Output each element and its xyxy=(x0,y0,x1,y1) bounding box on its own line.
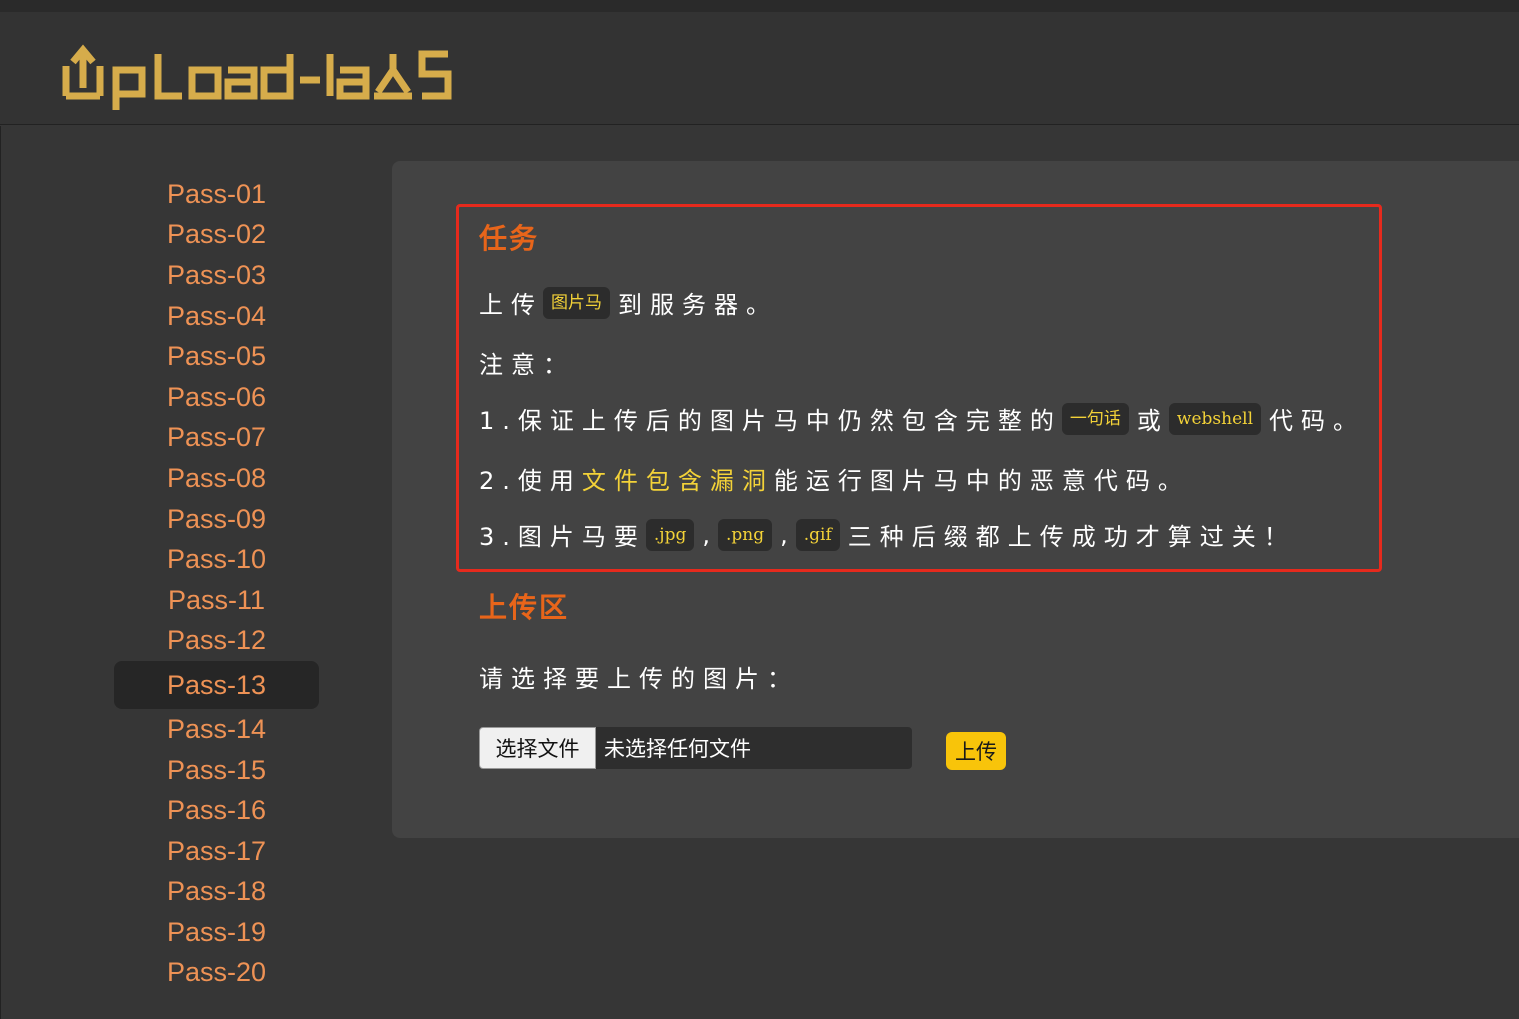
sidebar-item-pass-20[interactable]: Pass-20 xyxy=(114,953,319,994)
task-line-2-suffix: 代码。 xyxy=(1269,407,1366,435)
sidebar-item-pass-08[interactable]: Pass-08 xyxy=(114,458,319,499)
code-tag-webshell: webshell xyxy=(1168,402,1262,435)
sidebar-item-pass-02[interactable]: Pass-02 xyxy=(114,215,319,256)
sidebar-item-pass-06[interactable]: Pass-06 xyxy=(114,377,319,418)
sidebar-item-pass-04[interactable]: Pass-04 xyxy=(114,296,319,337)
task-line-4-prefix: 3.图片马要 xyxy=(479,523,646,551)
task-line-3-suffix: 能运行图片马中的恶意代码。 xyxy=(773,467,1190,495)
sidebar-item-pass-09[interactable]: Pass-09 xyxy=(114,499,319,540)
task-line-2-mid: 或 xyxy=(1136,407,1169,435)
task-line-3: 2.使用 文件包含漏洞 能运行图片马中的恶意代码。 xyxy=(479,461,1190,496)
file-input[interactable]: 选择文件 未选择任何文件 xyxy=(479,727,912,769)
sidebar-item-pass-14[interactable]: Pass-14 xyxy=(114,709,319,750)
code-tag-one-liner: 一句话 xyxy=(1061,402,1129,435)
sidebar-item-pass-10[interactable]: Pass-10 xyxy=(114,539,319,580)
sidebar-item-pass-11[interactable]: Pass-11 xyxy=(114,580,319,621)
sidebar-item-pass-07[interactable]: Pass-07 xyxy=(114,418,319,459)
sidebar: Pass-01 Pass-02 Pass-03 Pass-04 Pass-05 … xyxy=(0,126,392,1019)
task-line-1-suffix: 到服务器。 xyxy=(618,291,778,319)
task-title: 任务 xyxy=(479,222,540,255)
task-line-4-sep-2: , xyxy=(780,520,796,549)
upload-labs-logo xyxy=(62,44,452,110)
no-file-selected-text: 未选择任何文件 xyxy=(604,737,751,761)
main-panel: 任务 上传 图片马 到服务器。 注意： 1.保证上传后的图片马中仍然包含完整的 … xyxy=(392,161,1519,838)
highlight-file-inclusion: 文件包含漏洞 xyxy=(581,467,774,495)
task-line-4-sep-1: , xyxy=(702,520,718,549)
sidebar-item-pass-18[interactable]: Pass-18 xyxy=(114,872,319,913)
sidebar-item-pass-13[interactable]: Pass-13 xyxy=(114,661,319,710)
task-line-1: 上传 图片马 到服务器。 xyxy=(479,285,778,320)
task-line-4-suffix: 三种后缀都上传成功才算过关！ xyxy=(847,523,1296,551)
sidebar-item-pass-16[interactable]: Pass-16 xyxy=(114,790,319,831)
task-line-2-prefix: 1.保证上传后的图片马中仍然包含完整的 xyxy=(479,407,1062,435)
top-header xyxy=(0,0,1519,125)
sidebar-item-pass-12[interactable]: Pass-12 xyxy=(114,621,319,662)
upload-prompt: 请选择要上传的图片： xyxy=(479,665,799,693)
sidebar-item-pass-19[interactable]: Pass-19 xyxy=(114,912,319,953)
sidebar-item-pass-03[interactable]: Pass-03 xyxy=(114,255,319,296)
upload-title: 上传区 xyxy=(479,591,570,624)
code-tag-gif: .gif xyxy=(795,518,840,551)
sidebar-item-pass-01[interactable]: Pass-01 xyxy=(114,174,319,215)
task-line-2: 1.保证上传后的图片马中仍然包含完整的 一句话 或 webshell 代码。 xyxy=(479,401,1365,436)
task-line-3-prefix: 2.使用 xyxy=(479,467,582,495)
code-tag-image-trojan: 图片马 xyxy=(543,286,610,319)
code-tag-jpg: .jpg xyxy=(645,518,695,551)
code-tag-png: .png xyxy=(718,518,773,551)
sidebar-item-pass-17[interactable]: Pass-17 xyxy=(114,831,319,872)
task-note: 注意： xyxy=(479,351,575,379)
task-line-4: 3.图片马要 .jpg , .png , .gif 三种后缀都上传成功才算过关！ xyxy=(479,517,1296,552)
sidebar-item-pass-15[interactable]: Pass-15 xyxy=(114,750,319,791)
task-line-1-prefix: 上传 xyxy=(479,291,543,319)
task-box: 任务 上传 图片马 到服务器。 注意： 1.保证上传后的图片马中仍然包含完整的 … xyxy=(456,204,1382,572)
sidebar-item-pass-05[interactable]: Pass-05 xyxy=(114,336,319,377)
choose-file-button[interactable]: 选择文件 xyxy=(479,727,596,769)
upload-submit-button[interactable]: 上传 xyxy=(946,732,1006,770)
pass-nav-list: Pass-01 Pass-02 Pass-03 Pass-04 Pass-05 … xyxy=(114,174,319,993)
